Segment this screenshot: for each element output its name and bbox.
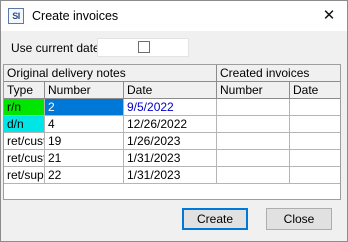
cell-number[interactable]: 2 (45, 99, 124, 116)
cell-number[interactable]: 19 (45, 133, 124, 150)
create-button[interactable]: Create (182, 208, 248, 230)
cell-date[interactable]: 1/31/2023 (124, 150, 217, 167)
cell-invoice-number[interactable] (217, 99, 290, 116)
cell-number[interactable]: 4 (45, 116, 124, 133)
cell-invoice-date[interactable] (290, 116, 340, 133)
cell-number[interactable]: 22 (45, 167, 124, 184)
create-invoices-dialog: SI Create invoices ✕ Use current date Or… (0, 0, 348, 242)
cell-invoice-number[interactable] (217, 150, 290, 167)
window-title: Create invoices (32, 9, 119, 23)
column-header-invoice-date[interactable]: Date (290, 82, 340, 99)
close-button[interactable]: Close (266, 208, 332, 230)
group-header-original-delivery-notes: Original delivery notes (4, 65, 217, 82)
cell-date[interactable]: 12/26/2022 (124, 116, 217, 133)
close-icon[interactable]: ✕ (319, 6, 339, 26)
column-header-number[interactable]: Number (45, 82, 124, 99)
use-current-date-field[interactable] (97, 38, 189, 57)
cell-type[interactable]: d/n (4, 116, 45, 133)
cell-invoice-date[interactable] (290, 133, 340, 150)
cell-invoice-date[interactable] (290, 99, 340, 116)
group-header-created-invoices: Created invoices (217, 65, 340, 82)
cell-type[interactable]: ret/supp (4, 167, 45, 184)
title-bar: SI Create invoices ✕ (1, 1, 347, 31)
use-current-date-label: Use current date (11, 41, 100, 55)
cell-type[interactable]: ret/cust (4, 133, 45, 150)
column-header-invoice-number[interactable]: Number (217, 82, 290, 99)
use-current-date-checkbox[interactable] (138, 41, 150, 53)
cell-type[interactable]: r/n (4, 99, 45, 116)
column-header-date[interactable]: Date (124, 82, 217, 99)
column-header-type[interactable]: Type (4, 82, 45, 99)
cell-date[interactable]: 1/31/2023 (124, 167, 217, 184)
app-icon: SI (8, 8, 24, 24)
cell-type[interactable]: ret/cust (4, 150, 45, 167)
invoices-grid[interactable]: Original delivery notes Created invoices… (3, 64, 341, 200)
cell-invoice-date[interactable] (290, 150, 340, 167)
cell-invoice-number[interactable] (217, 116, 290, 133)
cell-invoice-date[interactable] (290, 167, 340, 184)
cell-number[interactable]: 21 (45, 150, 124, 167)
cell-date[interactable]: 1/26/2023 (124, 133, 217, 150)
cell-invoice-number[interactable] (217, 133, 290, 150)
cell-date[interactable]: 9/5/2022 (124, 99, 217, 116)
cell-invoice-number[interactable] (217, 167, 290, 184)
